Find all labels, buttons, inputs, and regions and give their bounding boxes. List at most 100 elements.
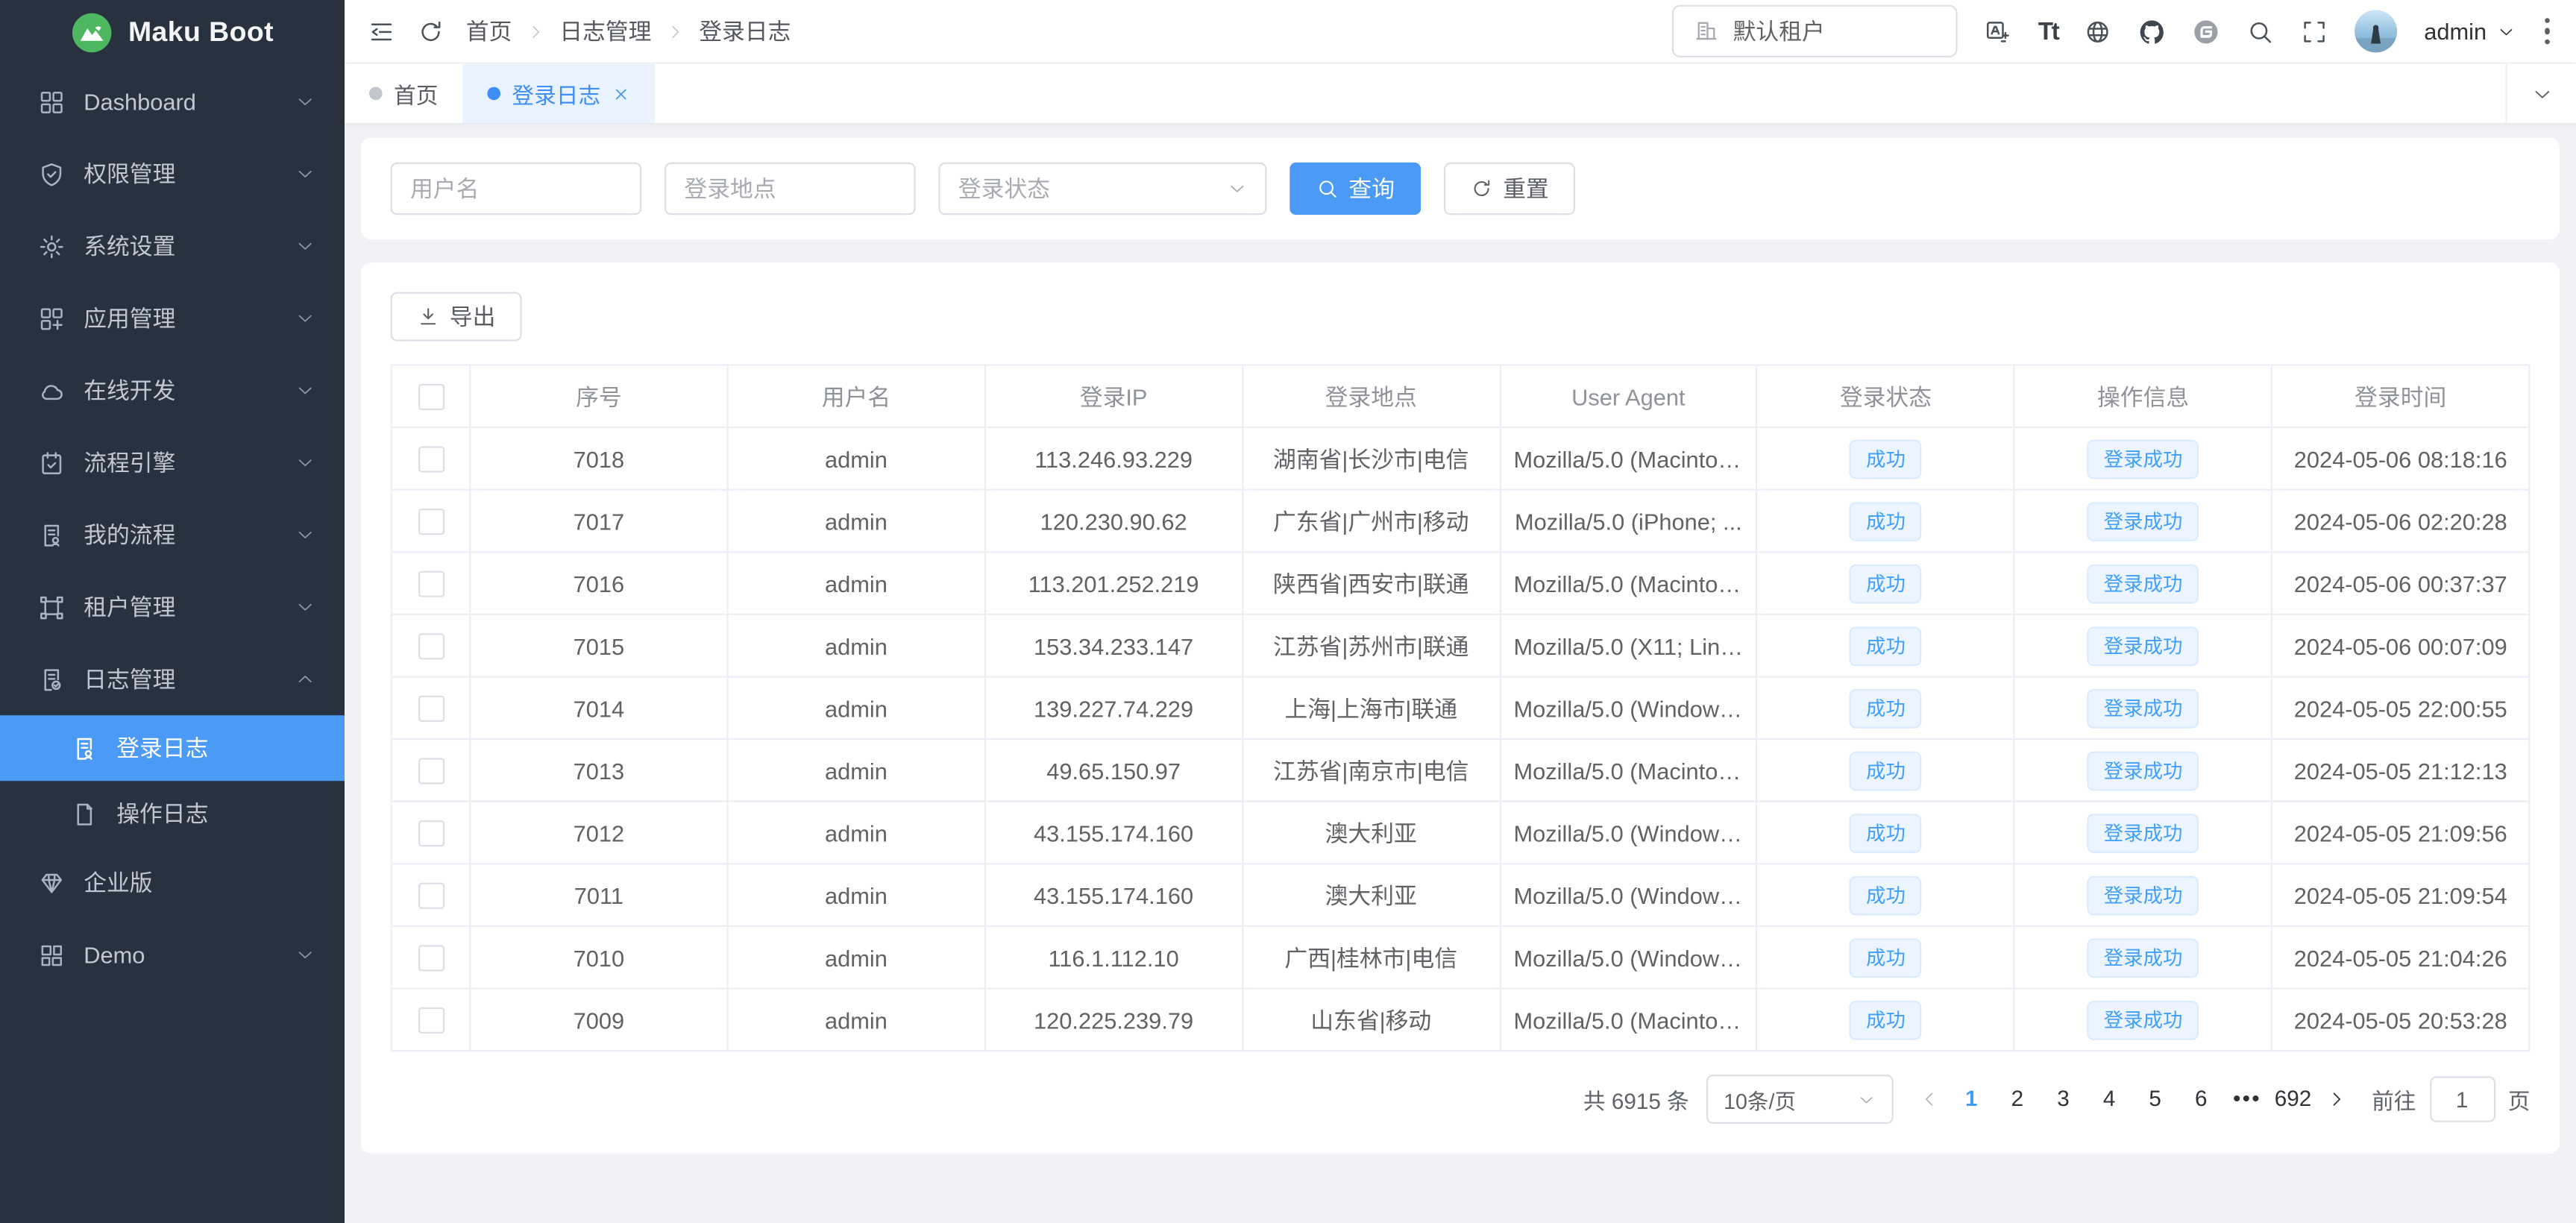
row-ip: 43.155.174.160	[985, 864, 1243, 926]
page-button-6[interactable]: 6	[2178, 1076, 2225, 1122]
sidebar-item-app-management[interactable]: 应用管理	[0, 282, 345, 354]
row-checkbox[interactable]	[418, 820, 444, 846]
chevron-down-icon	[295, 945, 315, 964]
page-button-2[interactable]: 2	[1994, 1076, 2041, 1122]
breadcrumb-log-management[interactable]: 日志管理	[559, 15, 651, 48]
sidebar-item-label: Demo	[84, 942, 277, 968]
row-select-cell	[392, 552, 471, 614]
avatar[interactable]	[2355, 10, 2398, 52]
fullscreen-icon[interactable]	[2301, 17, 2328, 45]
total-count: 共 6915 条	[1583, 1083, 1689, 1116]
operation-badge: 登录成功	[2087, 564, 2199, 603]
chevron-down-icon	[2496, 22, 2514, 40]
sidebar-item-tenant-management[interactable]: 租户管理	[0, 571, 345, 644]
prev-page-button[interactable]	[1909, 1090, 1949, 1109]
close-icon[interactable]	[612, 84, 630, 102]
row-index: 7017	[470, 490, 727, 553]
tab-login-log[interactable]: 登录日志	[462, 64, 654, 123]
sidebar-item-label: 操作日志	[116, 797, 208, 830]
status-badge: 成功	[1850, 813, 1922, 852]
row-username: admin	[727, 552, 984, 614]
page-button-5[interactable]: 5	[2132, 1076, 2178, 1122]
github-icon[interactable]	[2138, 17, 2166, 45]
login-status-cell: 成功	[1757, 490, 2014, 553]
refresh-icon[interactable]	[417, 17, 444, 45]
tab-dot	[369, 87, 383, 101]
row-index: 7013	[470, 739, 727, 802]
sidebar-item-demo[interactable]: Demo	[0, 919, 345, 991]
sidebar-item-online-dev[interactable]: 在线开发	[0, 354, 345, 427]
pagination: 共 6915 条 10条/页 123456•••692	[391, 1075, 2531, 1124]
row-checkbox[interactable]	[418, 1007, 444, 1034]
row-checkbox[interactable]	[418, 447, 444, 473]
row-username: admin	[727, 427, 984, 490]
page-button-1[interactable]: 1	[1949, 1076, 1995, 1122]
row-username: admin	[727, 926, 984, 989]
font-size-icon[interactable]: Tt	[2038, 17, 2058, 45]
row-checkbox[interactable]	[418, 509, 444, 535]
chevron-down-icon	[295, 525, 315, 544]
row-checkbox[interactable]	[418, 696, 444, 722]
operation-info-cell: 登录成功	[2014, 989, 2272, 1051]
sidebar-item-enterprise[interactable]: 企业版	[0, 846, 345, 919]
page-size-select[interactable]: 10条/页	[1706, 1075, 1893, 1124]
username-input[interactable]	[391, 163, 642, 215]
row-checkbox[interactable]	[418, 758, 444, 785]
row-checkbox[interactable]	[418, 883, 444, 909]
login-status-cell: 成功	[1757, 864, 2014, 926]
breadcrumb-home[interactable]: 首页	[466, 15, 512, 48]
row-ip: 116.1.112.10	[985, 926, 1243, 989]
row-user-agent: Mozilla/5.0 (iPhone; ...	[1500, 490, 1757, 553]
more-vertical-icon[interactable]	[2541, 14, 2554, 48]
row-checkbox[interactable]	[418, 634, 444, 660]
row-username: admin	[727, 989, 984, 1051]
pages-more-icon[interactable]: •••	[2224, 1076, 2270, 1122]
query-button[interactable]: 查询	[1289, 163, 1421, 215]
sidebar-item-operation-log[interactable]: 操作日志	[0, 781, 345, 846]
sidebar-item-log-management[interactable]: 日志管理	[0, 643, 345, 715]
row-select-cell	[392, 427, 471, 490]
apps-icon	[38, 304, 66, 332]
row-time: 2024-05-06 00:07:09	[2272, 614, 2529, 677]
sidebar-item-workflow-engine[interactable]: 流程引擎	[0, 427, 345, 499]
table-row: 7014admin139.227.74.229上海|上海市|联通Mozilla/…	[392, 677, 2530, 740]
sidebar-item-my-workflow[interactable]: 我的流程	[0, 499, 345, 571]
gitee-icon[interactable]	[2193, 17, 2220, 45]
row-ip: 120.225.239.79	[985, 989, 1243, 1051]
reset-button[interactable]: 重置	[1444, 163, 1575, 215]
sidebar-item-login-log[interactable]: 登录日志	[0, 715, 345, 781]
login-status-select[interactable]: 登录状态	[938, 163, 1266, 215]
select-all-checkbox[interactable]	[418, 384, 444, 410]
table-row: 7009admin120.225.239.79山东省|移动Mozilla/5.0…	[392, 989, 2530, 1051]
translate-icon[interactable]	[1984, 17, 2011, 45]
page-button-4[interactable]: 4	[2086, 1076, 2132, 1122]
operation-info-cell: 登录成功	[2014, 552, 2272, 614]
row-checkbox[interactable]	[418, 571, 444, 597]
tenant-select[interactable]: 默认租户	[1672, 5, 1958, 57]
gear-icon	[38, 232, 66, 260]
query-button-label: 查询	[1348, 172, 1395, 205]
user-menu[interactable]: admin	[2424, 18, 2514, 44]
collapse-sidebar-icon[interactable]	[368, 17, 395, 45]
page-button-692[interactable]: 692	[2270, 1076, 2316, 1122]
row-checkbox[interactable]	[418, 946, 444, 972]
page-button-3[interactable]: 3	[2041, 1076, 2087, 1122]
row-user-agent: Mozilla/5.0 (Windows...	[1500, 677, 1757, 740]
sidebar-item-permissions[interactable]: 权限管理	[0, 138, 345, 210]
search-icon[interactable]	[2247, 17, 2275, 45]
sidebar-item-system-settings[interactable]: 系统设置	[0, 210, 345, 283]
export-button[interactable]: 导出	[391, 292, 522, 342]
sidebar-item-label: 租户管理	[84, 591, 277, 623]
sidebar: Maku Boot Dashboard 权限管理 系统设置 应用管理	[0, 0, 345, 1223]
tabs-dropdown-button[interactable]	[2505, 64, 2576, 123]
login-status-cell: 成功	[1757, 739, 2014, 802]
goto-page-input[interactable]	[2429, 1076, 2495, 1122]
sidebar-item-dashboard[interactable]: Dashboard	[0, 66, 345, 138]
col-header-info: 操作信息	[2014, 365, 2272, 428]
login-location-input[interactable]	[665, 163, 916, 215]
col-header-location: 登录地点	[1243, 365, 1500, 428]
globe-icon[interactable]	[2085, 17, 2112, 45]
table-row: 7016admin113.201.252.219陕西省|西安市|联通Mozill…	[392, 552, 2530, 614]
tab-home[interactable]: 首页	[345, 64, 462, 123]
next-page-button[interactable]	[2316, 1090, 2355, 1109]
